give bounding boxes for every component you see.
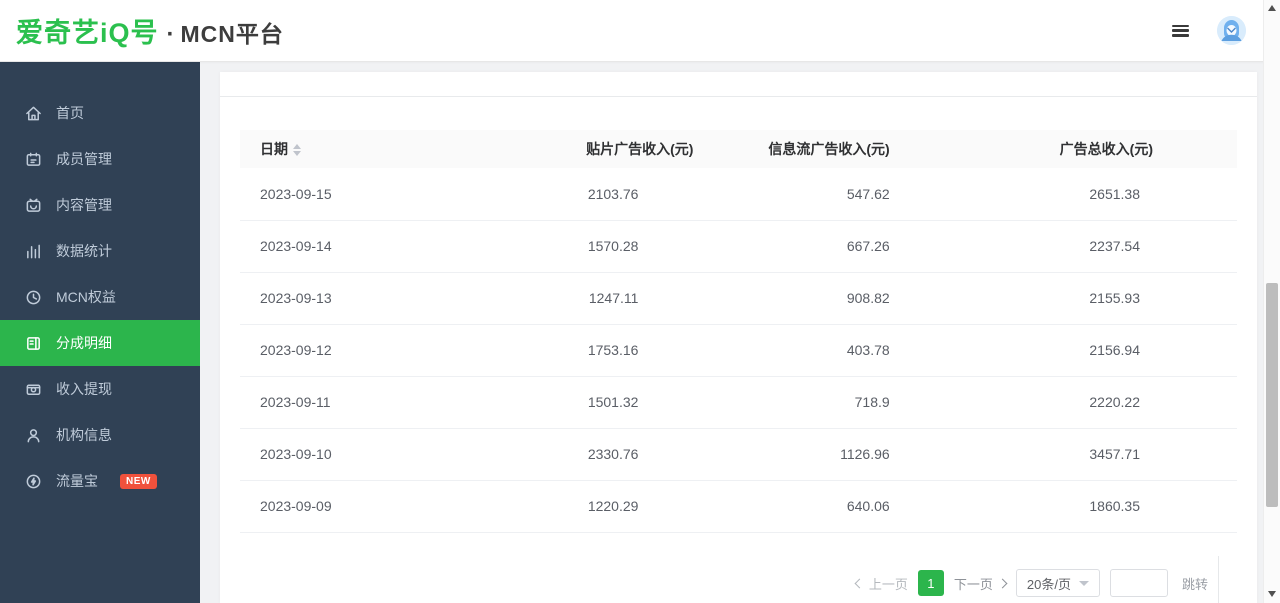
current-page-button[interactable]: 1 bbox=[918, 570, 944, 596]
date-cell: 2023-09-15 bbox=[240, 168, 519, 220]
clock-icon bbox=[24, 288, 42, 306]
date-cell: 2023-09-12 bbox=[240, 324, 519, 376]
next-page-button[interactable]: 下一页 bbox=[954, 574, 1006, 593]
preroll-cell: 2103.76 bbox=[519, 168, 758, 220]
sidebar-item-label: 内容管理 bbox=[56, 195, 112, 215]
column-header-feed: 信息流广告收入(元) bbox=[758, 130, 997, 168]
preroll-cell: 1247.11 bbox=[519, 272, 758, 324]
scrollbar[interactable] bbox=[1263, 0, 1280, 603]
withdraw-icon bbox=[24, 380, 42, 398]
sidebar-item-members[interactable]: 成员管理 bbox=[0, 136, 200, 182]
table-header-row: 日期 贴片广告收入(元) 信息流广告收入(元) 广告总收入(元) bbox=[240, 130, 1237, 168]
jump-button[interactable]: 跳转 bbox=[1182, 574, 1208, 593]
logo-brand-text: 爱奇艺iQ号 bbox=[16, 11, 159, 50]
date-cell: 2023-09-11 bbox=[240, 376, 519, 428]
sidebar-item-stats[interactable]: 数据统计 bbox=[0, 228, 200, 274]
person-icon bbox=[24, 426, 42, 444]
page-size-select[interactable]: 20条/页 bbox=[1016, 569, 1100, 597]
menu-icon[interactable] bbox=[1172, 25, 1189, 37]
jump-page-input[interactable] bbox=[1110, 569, 1168, 597]
table-row: 2023-09-12 1753.16 403.78 2156.94 bbox=[240, 324, 1237, 376]
traffic-icon bbox=[24, 472, 42, 490]
feed-cell: 640.06 bbox=[758, 480, 997, 532]
sidebar-item-label: MCN权益 bbox=[56, 287, 116, 307]
sidebar-item-withdraw[interactable]: 收入提现 bbox=[0, 366, 200, 412]
sidebar-item-revenue-detail[interactable]: 分成明细 bbox=[0, 320, 200, 366]
avatar-figure-icon bbox=[1217, 16, 1246, 45]
chevron-down-icon bbox=[1079, 581, 1089, 586]
logo-platform-text: MCN平台 bbox=[181, 15, 284, 49]
top-header: 爱奇艺iQ号 · MCN平台 bbox=[0, 0, 1280, 62]
column-header-total: 广告总收入(元) bbox=[998, 130, 1237, 168]
preroll-cell: 1220.29 bbox=[519, 480, 758, 532]
total-cell: 2156.94 bbox=[998, 324, 1237, 376]
date-cell: 2023-09-14 bbox=[240, 220, 519, 272]
sidebar-item-label: 机构信息 bbox=[56, 425, 112, 445]
sort-icon[interactable] bbox=[293, 144, 301, 156]
table-row: 2023-09-11 1501.32 718.9 2220.22 bbox=[240, 376, 1237, 428]
ledger-icon bbox=[24, 334, 42, 352]
column-header-preroll: 贴片广告收入(元) bbox=[519, 130, 758, 168]
pagination: 上一页 1 下一页 20条/页 跳转 bbox=[856, 569, 1208, 597]
sidebar-item-org-info[interactable]: 机构信息 bbox=[0, 412, 200, 458]
user-avatar[interactable] bbox=[1217, 16, 1246, 45]
preroll-cell: 1570.28 bbox=[519, 220, 758, 272]
panel-edge-divider bbox=[1218, 556, 1219, 603]
revenue-table: 日期 贴片广告收入(元) 信息流广告收入(元) 广告总收入(元) 2023-09… bbox=[240, 130, 1237, 533]
total-cell: 1860.35 bbox=[998, 480, 1237, 532]
preroll-cell: 2330.76 bbox=[519, 428, 758, 480]
sidebar-item-mcn-rights[interactable]: MCN权益 bbox=[0, 274, 200, 320]
scrollbar-thumb[interactable] bbox=[1266, 283, 1278, 507]
members-icon bbox=[24, 150, 42, 168]
total-cell: 2237.54 bbox=[998, 220, 1237, 272]
scrollbar-up-icon[interactable] bbox=[1268, 5, 1276, 11]
feed-cell: 908.82 bbox=[758, 272, 997, 324]
prev-page-label: 上一页 bbox=[869, 574, 908, 593]
preroll-cell: 1753.16 bbox=[519, 324, 758, 376]
chevron-right-icon bbox=[997, 578, 1007, 588]
table-row: 2023-09-15 2103.76 547.62 2651.38 bbox=[240, 168, 1237, 220]
feed-cell: 1126.96 bbox=[758, 428, 997, 480]
card-header-divider bbox=[220, 96, 1257, 97]
table-row: 2023-09-09 1220.29 640.06 1860.35 bbox=[240, 480, 1237, 532]
logo-separator: · bbox=[167, 21, 175, 49]
sidebar-item-home[interactable]: 首页 bbox=[0, 90, 200, 136]
sidebar-item-label: 首页 bbox=[56, 103, 84, 123]
feed-cell: 718.9 bbox=[758, 376, 997, 428]
app-logo: 爱奇艺iQ号 · MCN平台 bbox=[16, 11, 284, 50]
table-row: 2023-09-10 2330.76 1126.96 3457.71 bbox=[240, 428, 1237, 480]
date-cell: 2023-09-13 bbox=[240, 272, 519, 324]
sidebar-nav: 首页 成员管理 内容管理 数据统计 MCN权益 分成明细 收入提现 bbox=[0, 62, 200, 603]
total-cell: 2220.22 bbox=[998, 376, 1237, 428]
feed-cell: 403.78 bbox=[758, 324, 997, 376]
scrollbar-down-icon[interactable] bbox=[1268, 591, 1276, 597]
column-header-date[interactable]: 日期 bbox=[240, 130, 519, 168]
next-page-label: 下一页 bbox=[954, 574, 993, 593]
stats-icon bbox=[24, 242, 42, 260]
content-card: 日期 贴片广告收入(元) 信息流广告收入(元) 广告总收入(元) 2023-09… bbox=[220, 72, 1257, 603]
preroll-cell: 1501.32 bbox=[519, 376, 758, 428]
sidebar-item-label: 数据统计 bbox=[56, 241, 112, 261]
total-cell: 2155.93 bbox=[998, 272, 1237, 324]
total-cell: 2651.38 bbox=[998, 168, 1237, 220]
sidebar-item-label: 成员管理 bbox=[56, 149, 112, 169]
page-size-label: 20条/页 bbox=[1027, 574, 1071, 593]
feed-cell: 547.62 bbox=[758, 168, 997, 220]
sidebar-item-label: 流量宝 bbox=[56, 471, 98, 491]
content-icon bbox=[24, 196, 42, 214]
sidebar-item-label: 收入提现 bbox=[56, 379, 112, 399]
sidebar-item-traffic[interactable]: 流量宝 NEW bbox=[0, 458, 200, 504]
date-cell: 2023-09-09 bbox=[240, 480, 519, 532]
prev-page-button[interactable]: 上一页 bbox=[856, 574, 908, 593]
sidebar-item-label: 分成明细 bbox=[56, 333, 112, 353]
new-badge: NEW bbox=[120, 474, 157, 489]
table-row: 2023-09-13 1247.11 908.82 2155.93 bbox=[240, 272, 1237, 324]
feed-cell: 667.26 bbox=[758, 220, 997, 272]
table-row: 2023-09-14 1570.28 667.26 2237.54 bbox=[240, 220, 1237, 272]
total-cell: 3457.71 bbox=[998, 428, 1237, 480]
date-cell: 2023-09-10 bbox=[240, 428, 519, 480]
sidebar-item-content[interactable]: 内容管理 bbox=[0, 182, 200, 228]
chevron-left-icon bbox=[854, 578, 864, 588]
home-icon bbox=[24, 104, 42, 122]
